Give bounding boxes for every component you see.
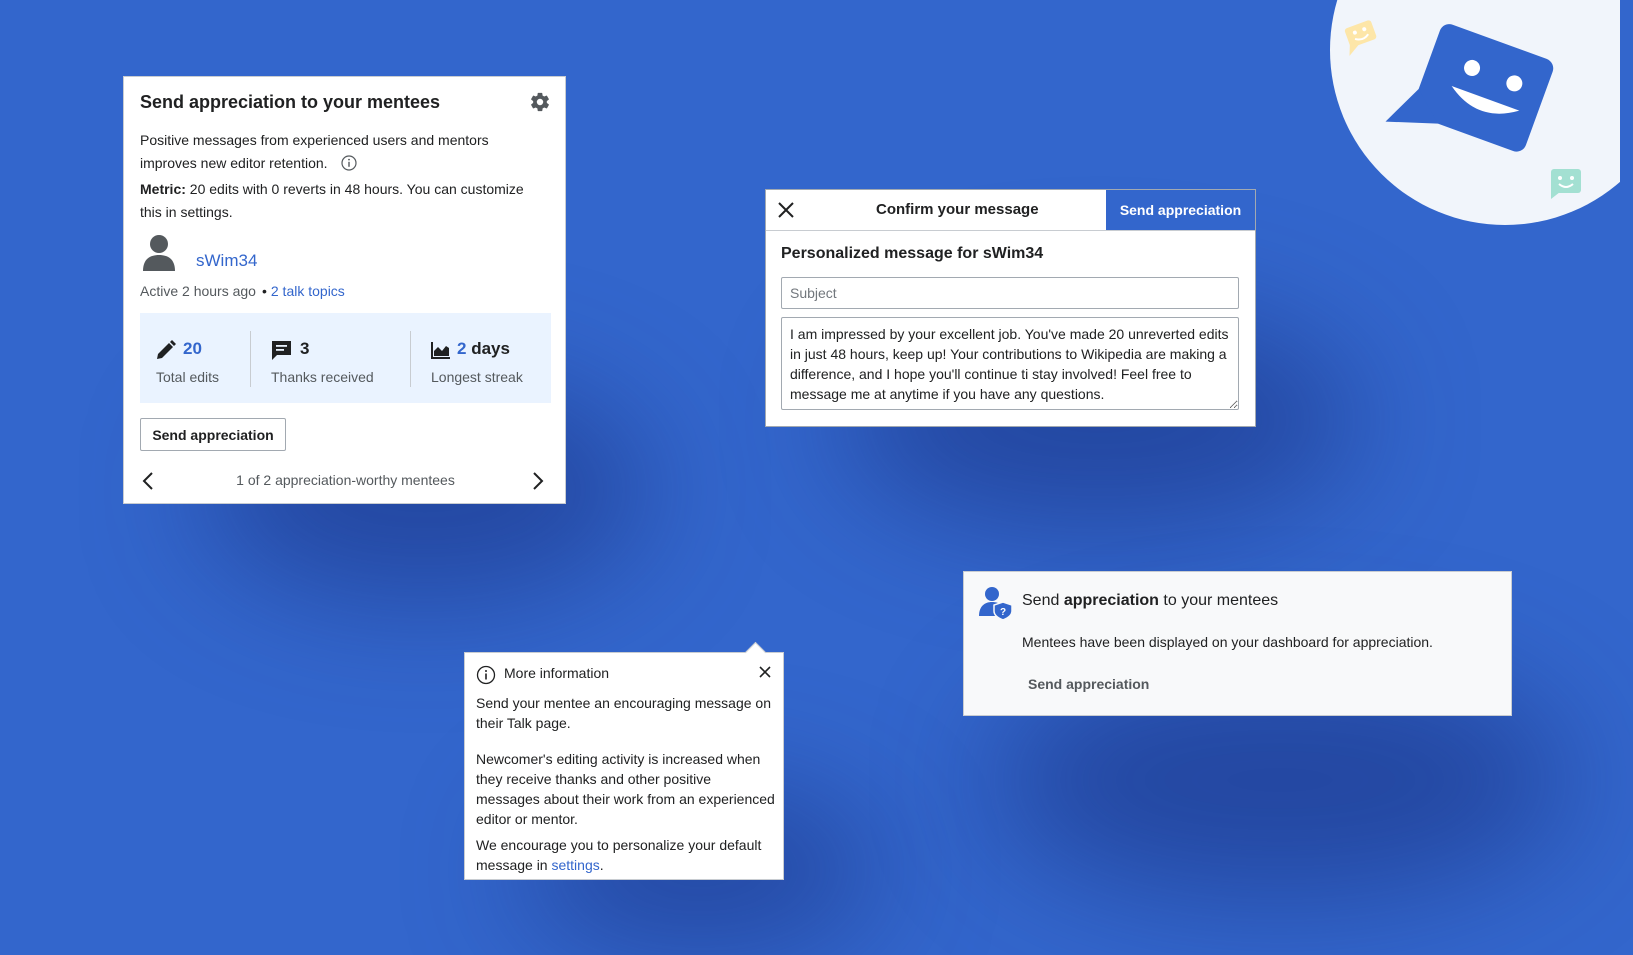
stat-thanks-received: 3 Thanks received — [251, 313, 401, 403]
dialog-title: Confirm your message — [876, 201, 1039, 218]
notification-title: Send appreciation to your mentees — [1022, 592, 1278, 610]
stat-total-edits: 20 Total edits — [140, 313, 260, 403]
metric-hours: 48 — [344, 181, 361, 197]
title-text: Send — [1022, 592, 1064, 609]
talk-topics-link[interactable]: 2 talk topics — [271, 283, 345, 299]
popup-arrow — [744, 641, 767, 664]
card-description: Positive messages from experienced users… — [140, 129, 540, 175]
title-text: to your mentees — [1158, 592, 1279, 609]
streak-number: 2 — [457, 339, 467, 358]
description-text: Positive messages from experienced users… — [140, 132, 489, 171]
close-icon[interactable] — [776, 200, 796, 220]
pager-text: 1 of 2 appreciation-worthy mentees — [236, 472, 455, 488]
close-icon[interactable] — [758, 665, 772, 679]
mentees-appreciation-card: Send appreciation to your mentees Positi… — [123, 76, 566, 504]
thanks-value: 3 — [300, 339, 310, 358]
paragraph-text: . — [599, 857, 604, 873]
metric-edits: 20 — [189, 181, 206, 197]
popup-paragraph: Send your mentee an encouraging message … — [476, 695, 771, 731]
popup-title: More information — [504, 665, 610, 681]
mentee-pager: 1 of 2 appreciation-worthy mentees — [124, 469, 567, 493]
title-bold: appreciation — [1063, 592, 1159, 609]
chart-icon — [431, 342, 450, 359]
message-icon — [271, 340, 292, 360]
card-title: Send appreciation to your mentees — [140, 92, 441, 112]
edits-value: 20 — [183, 339, 202, 358]
notification-text: Mentees have been displayed on your dash… — [1022, 634, 1433, 650]
edits-label: Total edits — [156, 369, 220, 385]
confirm-message-dialog: Confirm your message Send appreciation P… — [765, 189, 1256, 427]
streak-label: Longest streak — [431, 369, 523, 385]
more-information-popup: More information Send your mentee an enc… — [464, 641, 784, 880]
chat-illustration — [1320, 0, 1620, 240]
mentee-stats-panel: 20 Total edits 3 Thanks received 2 days … — [140, 313, 551, 403]
settings-link[interactable]: settings — [551, 857, 599, 873]
message-textarea[interactable]: I am impressed by your excellent job. Yo… — [781, 317, 1239, 410]
thanks-label: Thanks received — [271, 369, 374, 385]
metric-label: Metric: — [140, 181, 186, 197]
popup-paragraph: Newcomer's editing activity is increased… — [476, 751, 775, 827]
pencil-icon — [156, 340, 176, 360]
mentee-username-link[interactable]: sWim34 — [196, 251, 257, 271]
separator-dot: • — [261, 283, 267, 299]
message-label: Personalized message for sWim34 — [781, 245, 1044, 262]
active-status: Active 2 hours ago — [140, 283, 256, 299]
streak-unit: days — [471, 339, 510, 358]
stat-longest-streak: 2 days Longest streak — [411, 313, 551, 403]
metric-text-part: reverts in — [279, 181, 345, 197]
mentee-activity: Active 2 hours ago • 2 talk topics — [140, 283, 345, 299]
info-icon — [476, 665, 496, 685]
streak-value: 2 days — [457, 339, 510, 359]
gear-icon[interactable] — [529, 91, 551, 113]
mentor-badge-icon: ? — [979, 586, 1013, 620]
metric-text-part: edits with — [205, 181, 272, 197]
send-appreciation-action[interactable]: Send appreciation — [1028, 676, 1149, 692]
chevron-right-icon[interactable] — [532, 471, 544, 491]
subject-input[interactable] — [781, 277, 1239, 309]
send-appreciation-primary-button[interactable]: Send appreciation — [1106, 190, 1255, 230]
paragraph-text: We encourage you to personalize your def… — [476, 837, 762, 873]
metric-text: Metric: 20 edits with 0 reverts in 48 ho… — [140, 178, 540, 224]
user-avatar-icon — [142, 234, 176, 272]
send-appreciation-button[interactable]: Send appreciation — [140, 418, 286, 451]
svg-text:?: ? — [1000, 607, 1006, 618]
appreciation-notification: ? Send appreciation to your mentees Ment… — [963, 571, 1512, 716]
popup-paragraph: We encourage you to personalize your def… — [476, 835, 776, 875]
info-icon[interactable] — [341, 155, 358, 171]
dialog-header: Confirm your message Send appreciation — [766, 190, 1255, 231]
